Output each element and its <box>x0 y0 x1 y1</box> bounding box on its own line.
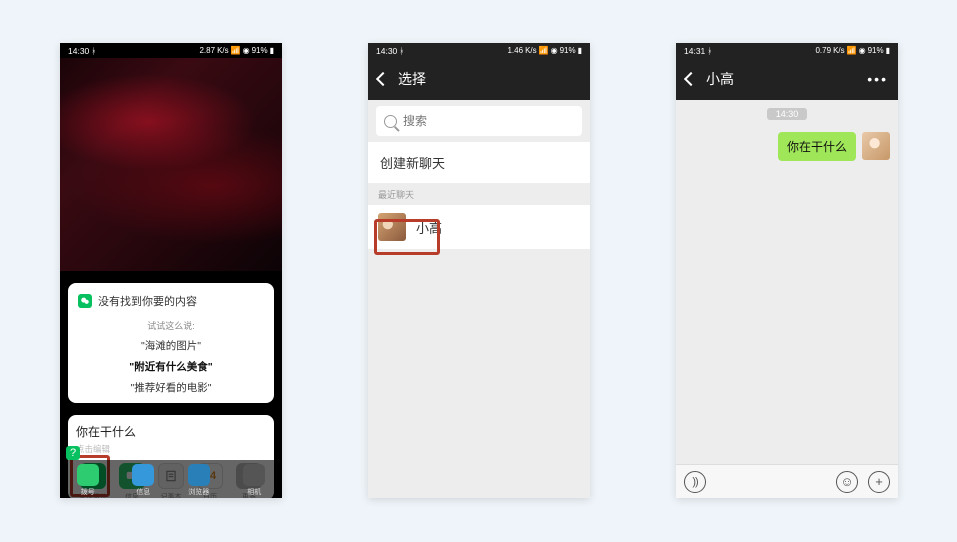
net-speed: 0.79 <box>815 46 831 55</box>
battery-pct: 91% <box>560 46 576 55</box>
phone-screenshot-3: 14:31 ᚼ 0.79 K/s 📶 ◉ 91% ▮ 小高 ••• 14:30 … <box>676 43 898 498</box>
dock-browser-label: 浏览器 <box>188 487 209 497</box>
camera-icon <box>243 464 265 486</box>
status-time: 14:31 <box>684 46 705 56</box>
new-chat-row[interactable]: 创建新聊天 <box>368 142 590 184</box>
dock-phone[interactable]: 拨号 <box>77 464 99 497</box>
avatar[interactable] <box>862 132 890 160</box>
suggestion-2[interactable]: "附近有什么美食" <box>78 359 264 374</box>
dock-phone-label: 拨号 <box>81 487 95 497</box>
net-unit: K/s <box>525 46 537 55</box>
status-time: 14:30 <box>68 46 89 56</box>
emoji-icon[interactable]: ☺ <box>836 471 858 493</box>
try-label: 试试这么说: <box>78 319 264 332</box>
more-icon[interactable]: ••• <box>867 71 888 87</box>
battery-pct: 91% <box>252 46 268 55</box>
wifi-icon: ◉ <box>859 46 866 55</box>
assistant-title: 没有找到你要的内容 <box>98 293 197 309</box>
signal-icon: 📶 <box>539 46 549 55</box>
battery-icon: ▮ <box>886 46 890 55</box>
header-title: 小高 <box>706 69 734 89</box>
back-icon[interactable] <box>376 72 390 86</box>
net-unit: K/s <box>217 46 229 55</box>
assistant-card: 没有找到你要的内容 试试这么说: "海滩的图片" "附近有什么美食" "推荐好看… <box>68 283 274 403</box>
dock-camera-label: 相机 <box>247 487 261 497</box>
status-bar: 14:30 ᚼ 2.87 K/s 📶 ◉ 91% ▮ <box>60 43 282 58</box>
message-bubble[interactable]: 你在干什么 <box>778 132 856 161</box>
voice-icon[interactable]: )) <box>684 471 706 493</box>
suggestion-3[interactable]: "推荐好看的电影" <box>78 380 264 395</box>
battery-icon: ▮ <box>270 46 274 55</box>
assistant-icon <box>78 294 92 308</box>
phone-icon <box>77 464 99 486</box>
battery-icon: ▮ <box>578 46 582 55</box>
bluetooth-icon: ᚼ <box>91 46 96 56</box>
message-row: 你在干什么 <box>676 128 898 165</box>
header-title: 选择 <box>398 69 426 89</box>
net-speed: 2.87 <box>199 46 215 55</box>
signal-icon: 📶 <box>847 46 857 55</box>
search-row[interactable] <box>376 106 582 136</box>
browser-icon <box>188 464 210 486</box>
phone-screenshot-1: 14:30 ᚼ 2.87 K/s 📶 ◉ 91% ▮ 没有找到你要的内容 试试这… <box>60 43 282 498</box>
contact-row[interactable]: 小高 <box>368 205 590 249</box>
header: 小高 ••• <box>676 58 898 100</box>
suggestion-1[interactable]: "海滩的图片" <box>78 338 264 353</box>
chat-area: 14:30 你在干什么 <box>676 100 898 464</box>
back-icon[interactable] <box>684 72 698 86</box>
search-input[interactable] <box>403 114 574 128</box>
dock-sms-label: 信息 <box>136 487 150 497</box>
chat-timestamp: 14:30 <box>767 108 807 120</box>
section-label: 最近聊天 <box>368 184 590 205</box>
edit-hint: 点击编辑 <box>76 443 266 455</box>
wifi-icon: ◉ <box>243 46 250 55</box>
net-unit: K/s <box>833 46 845 55</box>
phone-screenshot-2: 14:30 ᚼ 1.46 K/s 📶 ◉ 91% ▮ 选择 创建新聊天 最近聊天… <box>368 43 590 498</box>
wifi-icon: ◉ <box>551 46 558 55</box>
dock-camera[interactable]: 相机 <box>243 464 265 497</box>
share-text[interactable]: 你在干什么 <box>76 423 266 440</box>
bluetooth-icon: ᚼ <box>707 46 712 56</box>
message-icon <box>132 464 154 486</box>
dock-sms[interactable]: 信息 <box>132 464 154 497</box>
dock-browser[interactable]: 浏览器 <box>188 464 210 497</box>
avatar <box>378 213 406 241</box>
contact-name: 小高 <box>416 218 442 237</box>
help-badge[interactable]: ? <box>66 446 80 460</box>
dock: 拨号 信息 浏览器 相机 <box>60 460 282 498</box>
search-icon <box>384 115 397 128</box>
bluetooth-icon: ᚼ <box>399 46 404 56</box>
input-bar: )) ☺ + <box>676 464 898 498</box>
header: 选择 <box>368 58 590 100</box>
signal-icon: 📶 <box>231 46 241 55</box>
status-bar: 14:31 ᚼ 0.79 K/s 📶 ◉ 91% ▮ <box>676 43 898 58</box>
battery-pct: 91% <box>868 46 884 55</box>
net-speed: 1.46 <box>507 46 523 55</box>
plus-icon[interactable]: + <box>868 471 890 493</box>
wallpaper <box>60 58 282 271</box>
status-time: 14:30 <box>376 46 397 56</box>
status-bar: 14:30 ᚼ 1.46 K/s 📶 ◉ 91% ▮ <box>368 43 590 58</box>
